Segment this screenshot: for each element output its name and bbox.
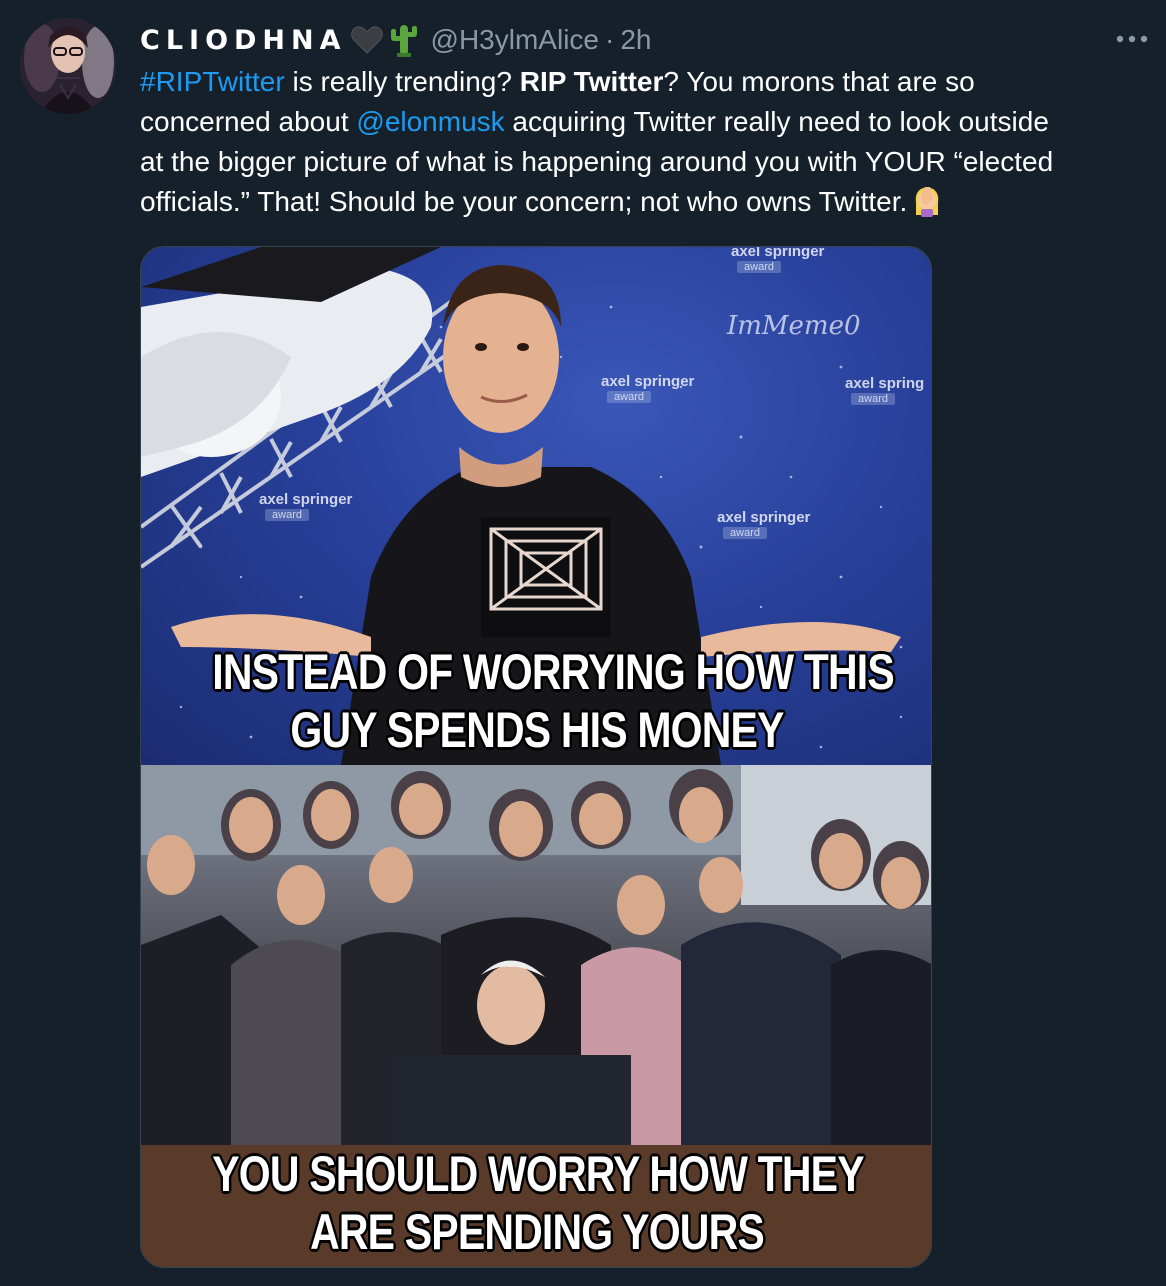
black-heart-icon: [350, 25, 383, 55]
hashtag-link[interactable]: #RIPTwitter: [140, 66, 285, 97]
backdrop-logo: axel spring award: [845, 375, 925, 405]
display-name[interactable]: CLIODHNA: [140, 25, 347, 56]
separator-dot: ·: [604, 24, 615, 55]
backdrop-logo: axel springer award: [731, 247, 825, 273]
avatar[interactable]: [20, 18, 116, 114]
tweet-line: #RIPTwitter is really trending? RIP Twit…: [140, 62, 1150, 102]
tweet-text-bold: RIP Twitter: [519, 66, 664, 97]
tweet-text-segment: at the bigger picture of what is happeni…: [140, 146, 1054, 177]
more-options-button[interactable]: [1112, 22, 1152, 56]
caption-line: GUY SPENDS HIS MONEY: [290, 701, 786, 759]
ellipsis-icon: [1116, 35, 1148, 43]
meme-top-panel: ImMeme0 axel springer award axel spring aw…: [141, 247, 931, 765]
meme-watermark: ImMeme0: [727, 311, 861, 341]
tweet-text-segment: concerned about: [140, 106, 357, 137]
caption-line: INSTEAD OF WORRYING HOW THIS: [211, 643, 895, 701]
tweet-text-segment: acquiring Twitter really need to look ou…: [504, 106, 1049, 137]
mention-link[interactable]: @elonmusk: [356, 106, 504, 137]
avatar-photo: [20, 18, 116, 114]
author-handle[interactable]: @H3ylmAlice: [431, 24, 599, 56]
tweet-text-segment: is really trending?: [284, 66, 520, 97]
tweet-text-segment: officials.” That! Should be your concern…: [140, 186, 908, 217]
backdrop-logo: axel springer award: [259, 491, 353, 521]
meme-caption-bottom: YOU SHOULD WORRY HOW THEY ARE SPENDING Y…: [211, 1145, 865, 1261]
backdrop-logo: axel springer award: [717, 509, 811, 539]
woman-facepalming-icon: [911, 183, 943, 228]
tweet-line: concerned about @elonmusk acquiring Twit…: [140, 102, 1150, 142]
tweet-line: at the bigger picture of what is happeni…: [140, 142, 1150, 182]
meme-bottom-panel: YOU SHOULD WORRY HOW THEY ARE SPENDING Y…: [141, 765, 931, 1267]
timestamp[interactable]: 2h: [620, 24, 651, 56]
cactus-icon: [387, 23, 421, 57]
tweet-media-image[interactable]: ImMeme0 axel springer award axel spring aw…: [140, 246, 932, 1268]
tweet[interactable]: CLIODHNA @H3ylmAlice · 2h #RIPTwitter is…: [0, 0, 1166, 1286]
meme-caption-top: INSTEAD OF WORRYING HOW THIS GUY SPENDS …: [211, 643, 895, 759]
caption-line: YOU SHOULD WORRY HOW THEY: [211, 1145, 865, 1203]
backdrop-logo: axel springer award: [601, 373, 695, 403]
tweet-line: officials.” That! Should be your concern…: [140, 182, 1150, 228]
tweet-text: #RIPTwitter is really trending? RIP Twit…: [140, 62, 1150, 228]
tweet-header: CLIODHNA @H3ylmAlice · 2h: [140, 20, 651, 60]
caption-line: ARE SPENDING YOURS: [309, 1203, 765, 1261]
tweet-text-segment: ? You morons that are so: [663, 66, 975, 97]
